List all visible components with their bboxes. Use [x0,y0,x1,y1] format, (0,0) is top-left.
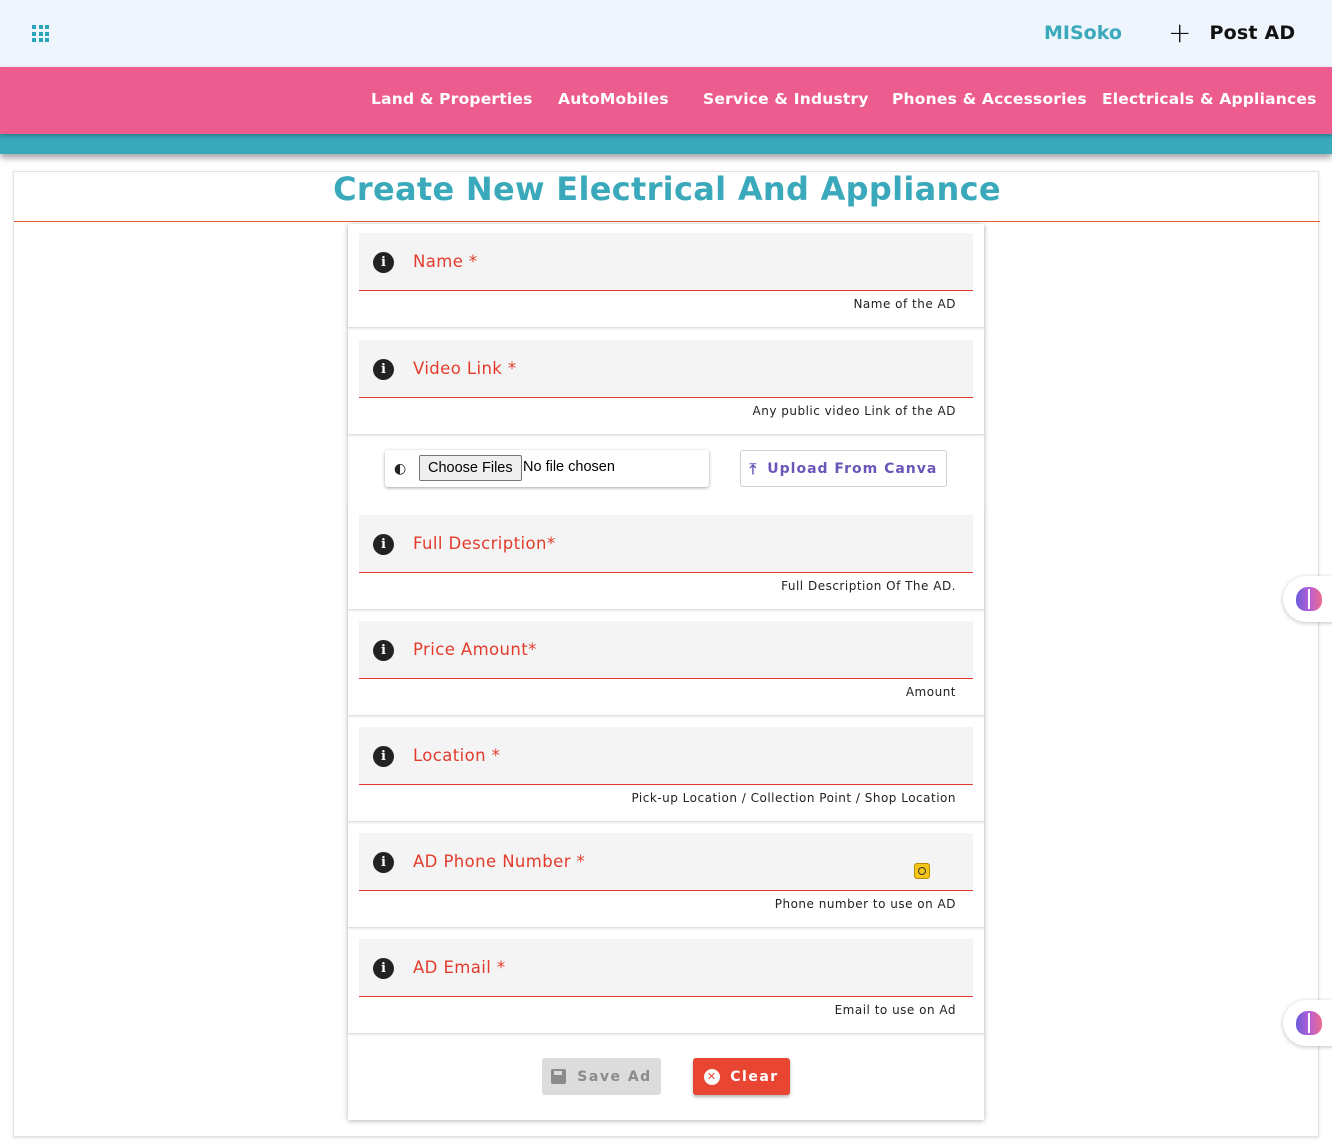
file-upload-row: ◐ Choose Files No file chosen ⤒ Upload F… [348,435,984,507]
video-link-input[interactable]: i Video Link * [359,340,973,398]
price-amount-field: i Price Amount* Amount [348,612,984,716]
info-icon[interactable]: i [373,746,394,767]
fingerprint-icon[interactable] [914,863,930,879]
field-label: AD Email * [413,958,506,977]
post-ad-label: Post AD [1209,22,1296,44]
nav-item-electricals-appliances[interactable]: Electricals & Appliances [1102,90,1317,108]
info-icon[interactable]: i [373,852,394,873]
canva-button-label: Upload From Canva [767,460,938,477]
field-hint: Amount [905,685,956,699]
field-hint: Name of the AD [853,297,956,311]
paperclip-icon: ◐ [394,461,407,477]
apps-grid-icon[interactable] [32,25,49,42]
assistant-side-tab[interactable] [1283,576,1332,622]
field-label: Price Amount* [413,640,537,659]
brand-logo[interactable]: MISoko [1044,22,1122,44]
location-field: i Location * Pick-up Location / Collecti… [348,718,984,822]
field-label: Video Link * [413,359,517,378]
field-label: Name * [413,252,478,271]
choose-files-button[interactable]: Choose Files [419,455,522,481]
full-description-input[interactable]: i Full Description* [359,515,973,573]
email-field: i AD Email * Email to use on Ad [348,930,984,1034]
nav-item-automobiles[interactable]: AutoMobiles [558,90,669,108]
info-icon[interactable]: i [373,359,394,380]
phone-number-input[interactable]: i AD Phone Number * [359,833,973,891]
save-ad-button[interactable]: Save Ad [542,1058,661,1095]
brain-icon [1296,1011,1322,1035]
nav-item-service-industry[interactable]: Service & Industry [703,90,869,108]
floppy-disk-icon [551,1069,567,1084]
clear-button[interactable]: ✕ Clear [693,1058,790,1095]
create-ad-form: i Name * Name of the AD i Video Link * A… [348,224,984,1120]
upload-icon: ⤒ [749,459,758,478]
brain-icon [1296,587,1322,611]
post-ad-button[interactable]: + Post AD [1168,19,1295,47]
video-link-field: i Video Link * Any public video Link of … [348,331,984,435]
info-icon[interactable]: i [373,534,394,555]
info-icon[interactable]: i [373,958,394,979]
sub-nav-bar [0,134,1332,154]
form-actions: Save Ad ✕ Clear [348,1058,984,1096]
upload-from-canva-button[interactable]: ⤒ Upload From Canva [740,450,947,487]
field-hint: Phone number to use on AD [774,897,956,911]
title-divider [14,221,1320,222]
save-ad-label: Save Ad [577,1068,652,1085]
top-header: MISoko + Post AD [0,0,1332,67]
field-hint: Email to use on Ad [834,1003,956,1017]
nav-item-phones-accessories[interactable]: Phones & Accessories [892,90,1087,108]
phone-number-field: i AD Phone Number * Phone number to use … [348,824,984,928]
field-label: Full Description* [413,534,556,553]
field-label: AD Phone Number * [413,852,586,871]
info-icon[interactable]: i [373,252,394,273]
page-title: Create New Electrical And Appliance [333,170,1001,208]
field-hint: Any public video Link of the AD [752,404,956,418]
file-input[interactable]: ◐ Choose Files No file chosen [385,450,709,487]
info-icon[interactable]: i [373,640,394,661]
category-nav: Land & Properties AutoMobiles Service & … [0,67,1332,134]
location-input[interactable]: i Location * [359,727,973,785]
cancel-circle-icon: ✕ [704,1068,721,1085]
name-input[interactable]: i Name * [359,233,973,291]
plus-icon: + [1168,16,1192,49]
field-hint: Pick-up Location / Collection Point / Sh… [631,791,956,805]
price-amount-input[interactable]: i Price Amount* [359,621,973,679]
name-field: i Name * Name of the AD [348,224,984,328]
clear-label: Clear [730,1068,779,1085]
field-hint: Full Description Of The AD. [781,579,956,593]
field-label: Location * [413,746,501,765]
nav-item-land-properties[interactable]: Land & Properties [371,90,533,108]
assistant-side-tab-secondary[interactable] [1283,1000,1332,1046]
file-status: No file chosen [523,459,615,475]
full-description-field: i Full Description* Full Description Of … [348,506,984,610]
email-input[interactable]: i AD Email * [359,939,973,997]
